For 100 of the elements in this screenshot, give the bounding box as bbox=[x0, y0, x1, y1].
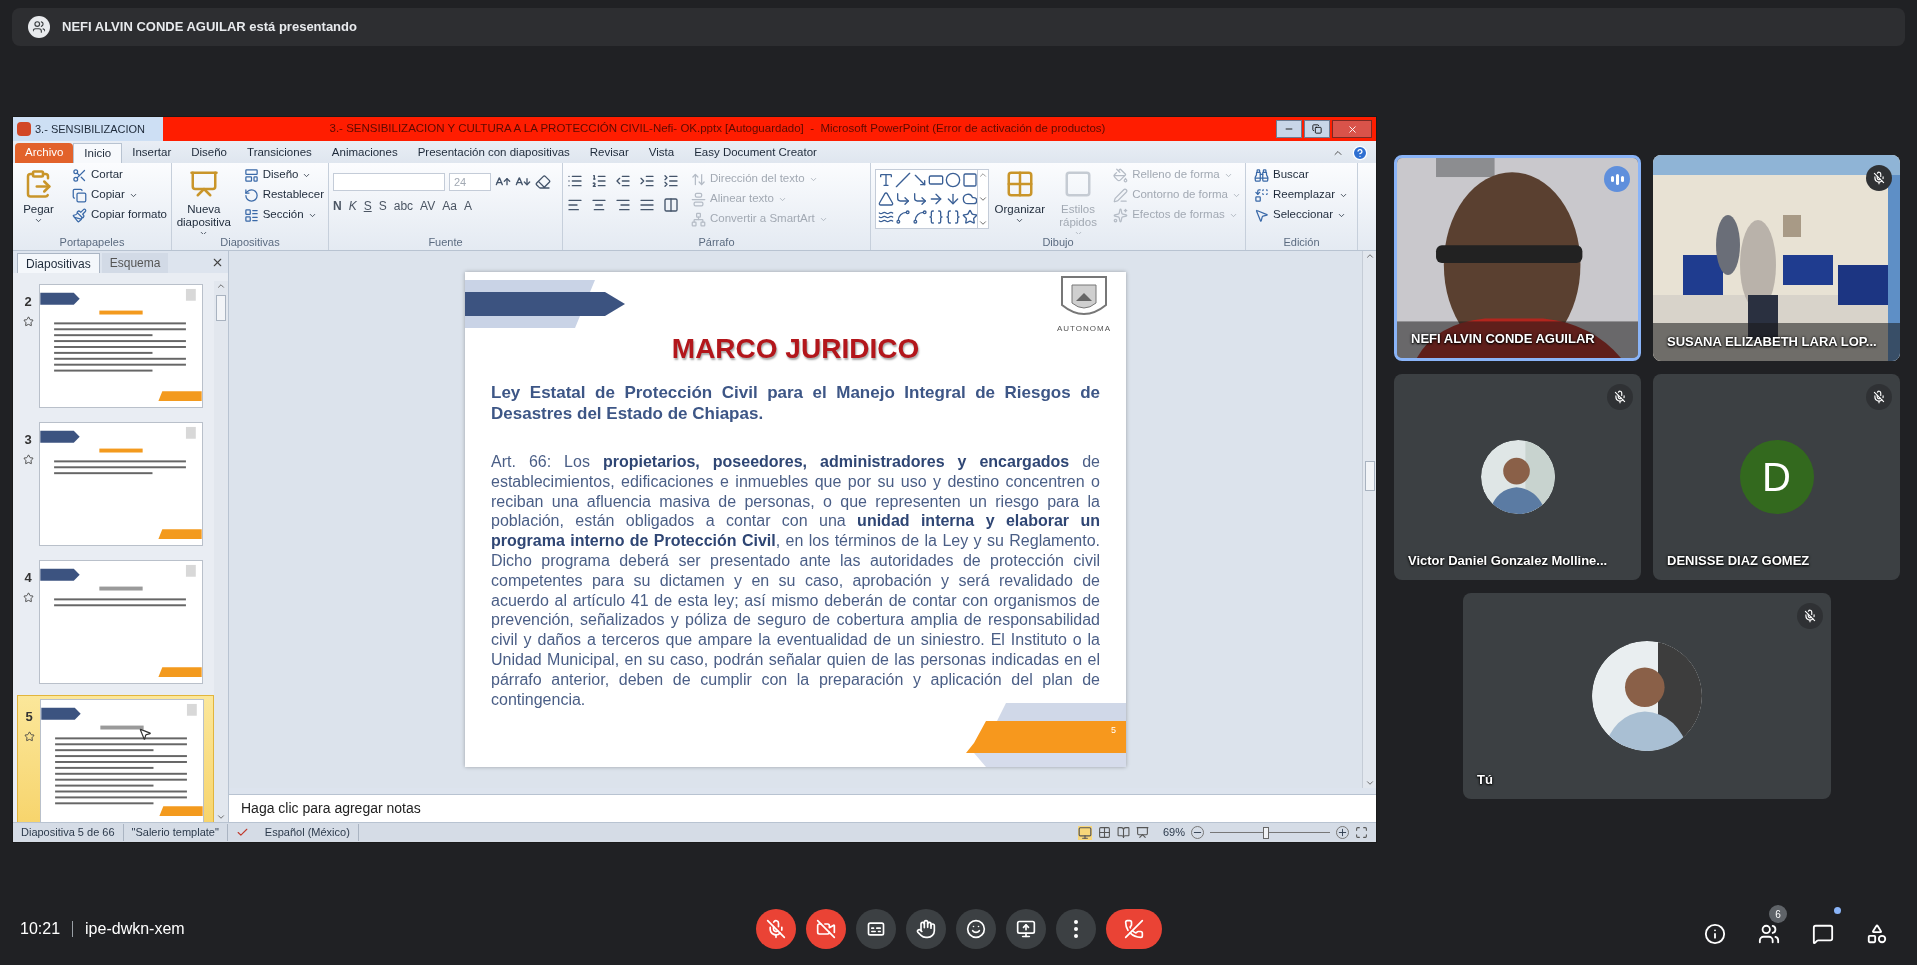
participant-tile[interactable]: Victor Daniel Gonzalez Molline... bbox=[1394, 374, 1641, 580]
ribbon-button[interactable]: Diseño bbox=[239, 165, 328, 185]
outdent-icon[interactable] bbox=[615, 173, 631, 189]
ribbon-tab[interactable]: Inicio bbox=[73, 143, 123, 163]
ribbon-button[interactable]: Seleccionar bbox=[1250, 205, 1357, 225]
ribbon-button[interactable]: Sección bbox=[239, 205, 328, 225]
scroll-down-icon[interactable] bbox=[216, 812, 226, 822]
present-button[interactable] bbox=[1005, 909, 1046, 949]
numbering-icon[interactable] bbox=[591, 173, 607, 189]
ribbon-large-button[interactable]: Pegar bbox=[13, 165, 64, 225]
participant-tile[interactable]: D DENISSE DIAZ GOMEZ bbox=[1653, 374, 1900, 580]
spellcheck-icon[interactable] bbox=[235, 826, 249, 839]
minimize-button[interactable] bbox=[1276, 120, 1302, 138]
camera-button[interactable] bbox=[805, 909, 846, 949]
ribbon-button[interactable]: Cortar bbox=[67, 165, 171, 185]
scrollbar[interactable] bbox=[214, 281, 228, 822]
slide-thumbnail[interactable] bbox=[39, 560, 203, 684]
fit-to-window-icon[interactable] bbox=[1355, 826, 1368, 839]
format-button[interactable]: A bbox=[463, 197, 472, 215]
ribbon-tab[interactable]: Revisar bbox=[579, 143, 639, 163]
align-left-icon[interactable] bbox=[567, 197, 583, 213]
format-button[interactable]: Aa bbox=[442, 197, 457, 215]
ribbon-button[interactable]: Copiar formato bbox=[67, 205, 171, 225]
font-name-field[interactable] bbox=[333, 173, 445, 191]
document-tab[interactable]: 3.- SENSIBILIZACION bbox=[13, 117, 163, 141]
line-spacing-icon[interactable] bbox=[663, 173, 679, 189]
rectangle-icon[interactable] bbox=[928, 172, 945, 188]
elbow-arrow-icon[interactable] bbox=[911, 190, 928, 207]
format-button[interactable]: K bbox=[348, 197, 357, 215]
reading-view-icon[interactable] bbox=[1116, 826, 1130, 839]
participant-tile[interactable]: Tú bbox=[1463, 593, 1831, 799]
brace-icon[interactable] bbox=[928, 209, 945, 226]
zoom-slider[interactable] bbox=[1210, 826, 1330, 839]
scroll-up-icon[interactable] bbox=[216, 281, 226, 291]
scroll-thumb[interactable] bbox=[216, 295, 226, 321]
ribbon-button[interactable]: Reemplazar bbox=[1250, 185, 1357, 205]
slide-sorter-icon[interactable] bbox=[1097, 826, 1111, 839]
scroll-down-icon[interactable] bbox=[1364, 778, 1375, 788]
ribbon-tab[interactable]: Insertar bbox=[122, 143, 182, 163]
format-button[interactable]: abc bbox=[393, 197, 414, 215]
ribbon-button[interactable]: Copiar bbox=[67, 185, 171, 205]
format-button[interactable]: N bbox=[333, 197, 342, 215]
ribbon-tab[interactable]: Animaciones bbox=[321, 143, 408, 163]
scroll-down-icon[interactable] bbox=[977, 194, 988, 204]
oval-icon[interactable] bbox=[945, 172, 962, 188]
ribbon-button[interactable]: Restablecer bbox=[239, 185, 328, 205]
zoom-level[interactable]: 69% bbox=[1162, 824, 1185, 841]
slideshow-icon[interactable] bbox=[1135, 826, 1149, 839]
expand-icon[interactable] bbox=[977, 218, 988, 228]
participant-tile[interactable]: NEFI ALVIN CONDE AGUILAR bbox=[1394, 155, 1641, 361]
format-button[interactable]: S bbox=[363, 197, 372, 215]
slide-thumbnail[interactable] bbox=[39, 284, 203, 408]
ribbon-large-button[interactable]: Nueva diapositiva bbox=[172, 165, 236, 234]
slide-thumbnail[interactable] bbox=[39, 422, 203, 546]
justify-icon[interactable] bbox=[639, 197, 655, 213]
wave-icon[interactable] bbox=[911, 209, 928, 226]
people-button[interactable]: 6 bbox=[1749, 905, 1789, 953]
triangle-icon[interactable] bbox=[878, 190, 894, 207]
ribbon-tab[interactable]: Vista bbox=[638, 143, 685, 163]
brace-icon[interactable] bbox=[945, 209, 962, 226]
align-right-icon[interactable] bbox=[615, 197, 631, 213]
microphone-button[interactable] bbox=[755, 909, 796, 949]
shapes-gallery[interactable] bbox=[875, 169, 989, 229]
panel-tab[interactable]: Diapositivas bbox=[17, 253, 100, 273]
line-icon[interactable] bbox=[894, 172, 911, 188]
captions-button[interactable] bbox=[855, 909, 896, 949]
ribbon-tab[interactable]: Diseño bbox=[181, 143, 238, 163]
indent-icon[interactable] bbox=[639, 173, 655, 189]
scroll-thumb[interactable] bbox=[1364, 461, 1375, 491]
elbow-connector-icon[interactable] bbox=[894, 190, 911, 207]
rounded-rectangle-icon[interactable] bbox=[961, 172, 978, 188]
help-icon[interactable] bbox=[1352, 145, 1368, 161]
scroll-up-icon[interactable] bbox=[1364, 251, 1375, 261]
clear-format-icon[interactable] bbox=[535, 174, 551, 190]
ribbon-tab[interactable]: Transiciones bbox=[237, 143, 322, 163]
slide-thumbnail[interactable] bbox=[40, 699, 204, 822]
bullets-icon[interactable] bbox=[567, 173, 583, 189]
notes-pane[interactable]: Haga clic para agregar notas bbox=[229, 794, 1376, 822]
ribbon-button[interactable]: Buscar bbox=[1250, 165, 1357, 185]
close-panel-icon[interactable] bbox=[211, 256, 224, 269]
ribbon-tab[interactable]: Easy Document Creator bbox=[684, 143, 827, 163]
align-center-icon[interactable] bbox=[591, 197, 607, 213]
scrollbar[interactable] bbox=[1362, 251, 1376, 788]
textbox-icon[interactable] bbox=[878, 172, 894, 188]
leave-call-button[interactable] bbox=[1105, 909, 1162, 949]
restore-button[interactable] bbox=[1304, 120, 1330, 138]
ribbon-tab[interactable]: Presentación con diapositivas bbox=[407, 143, 580, 163]
panel-tab[interactable]: Esquema bbox=[101, 253, 169, 273]
participant-tile[interactable]: SUSANA ELIZABETH LARA LOP... bbox=[1653, 155, 1900, 361]
zoom-slider-thumb[interactable] bbox=[1263, 826, 1270, 839]
emoji-button[interactable] bbox=[955, 909, 996, 949]
star-icon[interactable] bbox=[961, 209, 978, 226]
curve-icon[interactable] bbox=[894, 209, 911, 226]
zoom-in-icon[interactable] bbox=[1336, 826, 1349, 839]
more-options-button[interactable] bbox=[1055, 909, 1096, 949]
raise-hand-button[interactable] bbox=[905, 909, 946, 949]
normal-view-icon[interactable] bbox=[1077, 825, 1092, 840]
format-button[interactable]: S bbox=[378, 197, 387, 215]
ribbon-large-button[interactable]: Organizar bbox=[992, 165, 1047, 234]
columns-icon[interactable] bbox=[663, 197, 679, 213]
